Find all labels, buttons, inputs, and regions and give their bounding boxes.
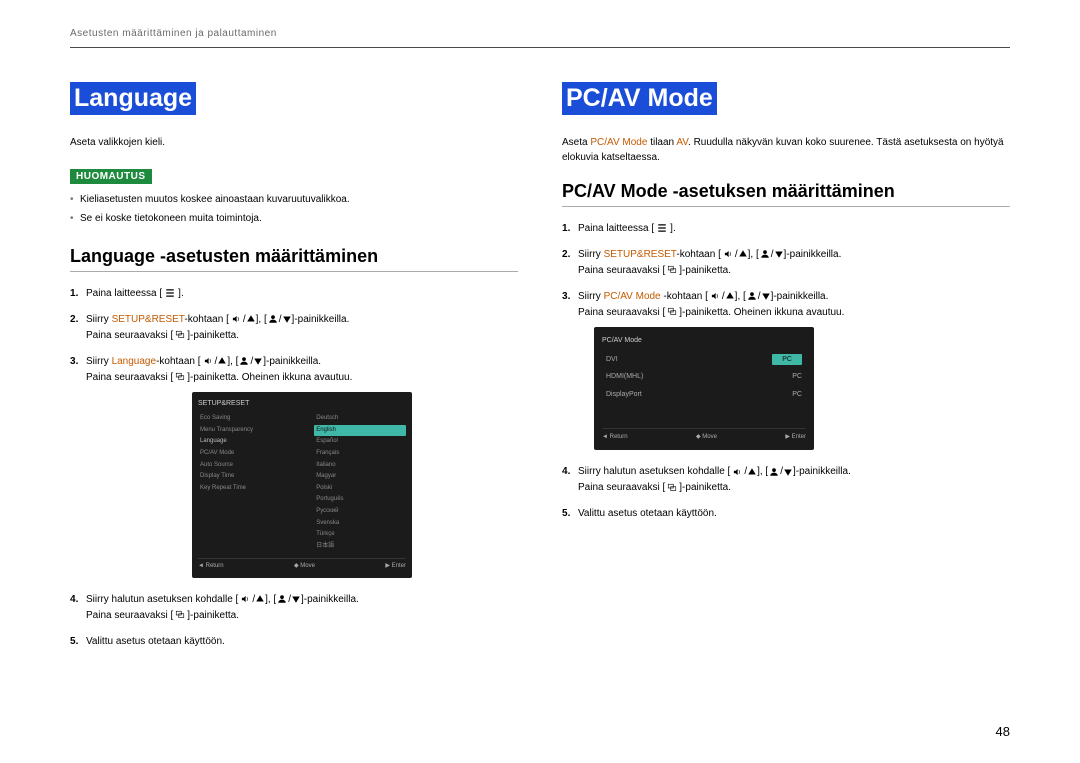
- person-icon: [746, 291, 758, 301]
- rule: [562, 206, 1010, 207]
- notice-item: Kieliasetusten muutos koskee ainoastaan …: [70, 192, 518, 207]
- triangle-down-icon: [291, 594, 301, 604]
- step: Valittu asetus otetaan käyttöön.: [70, 634, 518, 650]
- triangle-down-icon: [253, 356, 263, 366]
- chapter-header: Asetusten määrittäminen ja palauttaminen: [70, 28, 1010, 39]
- columns: Language Aseta valikkojen kieli. HUOMAUT…: [70, 82, 1010, 660]
- step: Siirry SETUP&RESET-kohtaan [/], [/]-pain…: [562, 247, 1010, 279]
- left-column: Language Aseta valikkojen kieli. HUOMAUT…: [70, 82, 518, 660]
- osd-pcav-thumbnail: PC/AV Mode DVIPCHDMI(MHL)PCDisplayPortPC…: [594, 327, 814, 450]
- vol-up-icon: [229, 314, 243, 324]
- step: Siirry halutun asetuksen kohdalle [/], […: [562, 464, 1010, 496]
- vol-up-icon: [201, 356, 215, 366]
- keyword: AV: [676, 137, 688, 148]
- left-title: Language: [70, 82, 196, 115]
- person-icon: [768, 467, 780, 477]
- page: Asetusten määrittäminen ja palauttaminen…: [0, 0, 1080, 763]
- keyword: SETUP&RESET: [604, 249, 677, 260]
- vol-up-icon: [708, 291, 722, 301]
- keyword: PC/AV Mode: [604, 291, 661, 302]
- triangle-up-icon: [738, 249, 748, 259]
- enter-icon: [173, 372, 187, 382]
- enter-icon: [173, 610, 187, 620]
- right-subheading: PC/AV Mode -asetuksen määrittäminen: [562, 181, 1010, 202]
- person-icon: [276, 594, 288, 604]
- enter-icon: [173, 330, 187, 340]
- person-icon: [759, 249, 771, 259]
- step: Paina laitteessa [].: [562, 221, 1010, 237]
- osd-language-thumbnail: SETUP&RESET Eco SavingMenu TransparencyL…: [192, 392, 412, 578]
- enter-icon: [665, 265, 679, 275]
- notice-item: Se ei koske tietokoneen muita toimintoja…: [70, 211, 518, 226]
- vol-up-icon: [721, 249, 735, 259]
- triangle-up-icon: [747, 467, 757, 477]
- left-steps: Paina laitteessa []. Siirry SETUP&RESET-…: [70, 286, 518, 650]
- notice-callout: HUOMAUTUS: [70, 169, 152, 184]
- step: Siirry Language-kohtaan [/], [/]-painikk…: [70, 354, 518, 578]
- right-steps: Paina laitteessa []. Siirry SETUP&RESET-…: [562, 221, 1010, 522]
- page-number: 48: [996, 724, 1010, 739]
- header-rule: [70, 47, 1010, 48]
- keyword: SETUP&RESET: [112, 314, 185, 325]
- right-title: PC/AV Mode: [562, 82, 717, 115]
- triangle-down-icon: [282, 314, 292, 324]
- enter-icon: [665, 307, 679, 317]
- triangle-up-icon: [246, 314, 256, 324]
- enter-icon: [665, 483, 679, 493]
- step: Valittu asetus otetaan käyttöön.: [562, 506, 1010, 522]
- thumb-title: SETUP&RESET: [198, 398, 406, 409]
- step: Siirry halutun asetuksen kohdalle [/], […: [70, 592, 518, 624]
- menu-icon: [162, 288, 178, 298]
- person-icon: [238, 356, 250, 366]
- step: Paina laitteessa [].: [70, 286, 518, 302]
- notice-list: Kieliasetusten muutos koskee ainoastaan …: [70, 192, 518, 226]
- person-icon: [267, 314, 279, 324]
- triangle-up-icon: [725, 291, 735, 301]
- triangle-down-icon: [774, 249, 784, 259]
- right-column: PC/AV Mode Aseta PC/AV Mode tilaan AV. R…: [562, 82, 1010, 660]
- triangle-down-icon: [761, 291, 771, 301]
- step: Siirry SETUP&RESET-kohtaan [/], [/]-pain…: [70, 312, 518, 344]
- left-intro: Aseta valikkojen kieli.: [70, 135, 518, 150]
- vol-up-icon: [238, 594, 252, 604]
- keyword: Language: [112, 356, 157, 367]
- triangle-up-icon: [217, 356, 227, 366]
- thumb-title: PC/AV Mode: [602, 335, 806, 346]
- left-subheading: Language -asetusten määrittäminen: [70, 246, 518, 267]
- vol-up-icon: [730, 467, 744, 477]
- triangle-down-icon: [783, 467, 793, 477]
- rule: [70, 271, 518, 272]
- menu-icon: [654, 223, 670, 233]
- triangle-up-icon: [255, 594, 265, 604]
- step: Siirry PC/AV Mode -kohtaan [/], [/]-pain…: [562, 289, 1010, 450]
- right-intro: Aseta PC/AV Mode tilaan AV. Ruudulla näk…: [562, 135, 1010, 165]
- keyword: PC/AV Mode: [590, 137, 647, 148]
